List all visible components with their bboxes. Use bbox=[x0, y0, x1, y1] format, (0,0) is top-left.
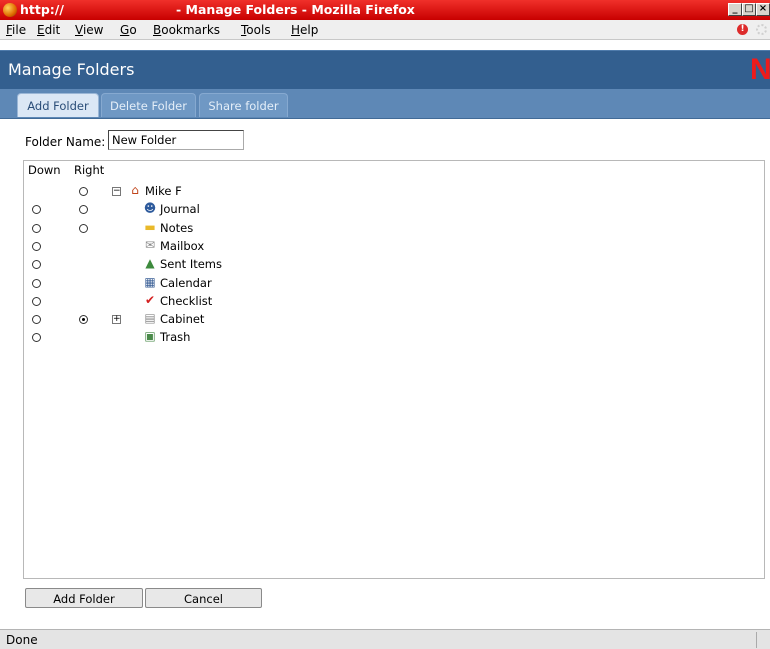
down-radio[interactable] bbox=[32, 279, 41, 288]
down-radio[interactable] bbox=[32, 297, 41, 306]
down-radio[interactable] bbox=[32, 315, 41, 324]
tree-label-calendar[interactable]: Calendar bbox=[160, 276, 212, 290]
tree-label-mailbox[interactable]: Mailbox bbox=[160, 239, 204, 253]
mailbox-icon: ✉ bbox=[144, 238, 156, 252]
window-url: http:// bbox=[20, 2, 64, 17]
page-title: Manage Folders bbox=[8, 60, 135, 79]
cabinet-icon: ▤ bbox=[144, 311, 156, 325]
menu-help[interactable]: Help bbox=[291, 23, 318, 37]
tab-bar: Add Folder Delete Folder Share folder bbox=[0, 89, 770, 119]
collapse-icon[interactable]: − bbox=[112, 187, 121, 196]
tree-label-journal[interactable]: Journal bbox=[160, 202, 200, 216]
trash-icon: ▣ bbox=[144, 329, 156, 343]
menu-bar: File Edit View Go Bookmarks Tools Help ! bbox=[0, 20, 770, 40]
tree-label-trash[interactable]: Trash bbox=[160, 330, 190, 344]
tree-label-checklist[interactable]: Checklist bbox=[160, 294, 212, 308]
maximize-button[interactable]: □ bbox=[742, 3, 756, 16]
menu-view[interactable]: View bbox=[75, 23, 103, 37]
column-down-header: Down bbox=[28, 163, 61, 177]
tab-delete-folder[interactable]: Delete Folder bbox=[101, 93, 196, 117]
tree-label-mike-f[interactable]: Mike F bbox=[145, 184, 182, 198]
tree-label-cabinet[interactable]: Cabinet bbox=[160, 312, 204, 326]
menu-edit[interactable]: Edit bbox=[37, 23, 60, 37]
stop-icon[interactable]: ! bbox=[737, 24, 748, 35]
journal-icon: ☻ bbox=[143, 201, 157, 215]
tab-add-folder[interactable]: Add Folder bbox=[17, 93, 99, 117]
status-bar: Done bbox=[0, 629, 770, 649]
right-radio[interactable] bbox=[79, 315, 88, 324]
menu-file[interactable]: File bbox=[6, 23, 26, 37]
close-button[interactable]: × bbox=[756, 3, 770, 16]
menu-bookmarks[interactable]: Bookmarks bbox=[153, 23, 220, 37]
window-titlebar: http:// - Manage Folders - Mozilla Firef… bbox=[0, 0, 770, 20]
tree-label-sent-items[interactable]: Sent Items bbox=[160, 257, 222, 271]
status-text: Done bbox=[6, 633, 38, 647]
down-radio[interactable] bbox=[32, 224, 41, 233]
folder-tree-panel bbox=[23, 160, 765, 579]
menu-tools[interactable]: Tools bbox=[241, 23, 271, 37]
tab-share-folder[interactable]: Share folder bbox=[199, 93, 288, 117]
minimize-button[interactable]: _ bbox=[728, 3, 742, 16]
down-radio[interactable] bbox=[32, 242, 41, 251]
right-radio[interactable] bbox=[79, 187, 88, 196]
right-radio[interactable] bbox=[79, 224, 88, 233]
sent-items-icon: ▲ bbox=[145, 256, 155, 270]
folder-name-input[interactable] bbox=[108, 130, 244, 150]
down-radio[interactable] bbox=[32, 333, 41, 342]
window-title: - Manage Folders - Mozilla Firefox bbox=[176, 2, 415, 17]
cancel-button[interactable]: Cancel bbox=[145, 588, 262, 608]
page-header: Manage Folders N bbox=[0, 50, 770, 90]
down-radio[interactable] bbox=[32, 260, 41, 269]
folder-name-label: Folder Name: bbox=[25, 135, 106, 149]
novell-logo: N bbox=[750, 53, 770, 86]
firefox-icon bbox=[3, 3, 17, 17]
tree-label-notes[interactable]: Notes bbox=[160, 221, 193, 235]
add-folder-button[interactable]: Add Folder bbox=[25, 588, 143, 608]
expand-icon[interactable]: + bbox=[112, 315, 121, 324]
checklist-icon: ✔ bbox=[144, 293, 156, 307]
calendar-icon: ▦ bbox=[144, 275, 156, 289]
menu-go[interactable]: Go bbox=[120, 23, 137, 37]
folder-icon: ▬ bbox=[144, 220, 156, 234]
home-icon: ⌂ bbox=[131, 183, 139, 197]
status-separator bbox=[756, 632, 757, 648]
down-radio[interactable] bbox=[32, 205, 41, 214]
right-radio[interactable] bbox=[79, 205, 88, 214]
throbber-icon bbox=[756, 24, 767, 35]
column-right-header: Right bbox=[74, 163, 105, 177]
